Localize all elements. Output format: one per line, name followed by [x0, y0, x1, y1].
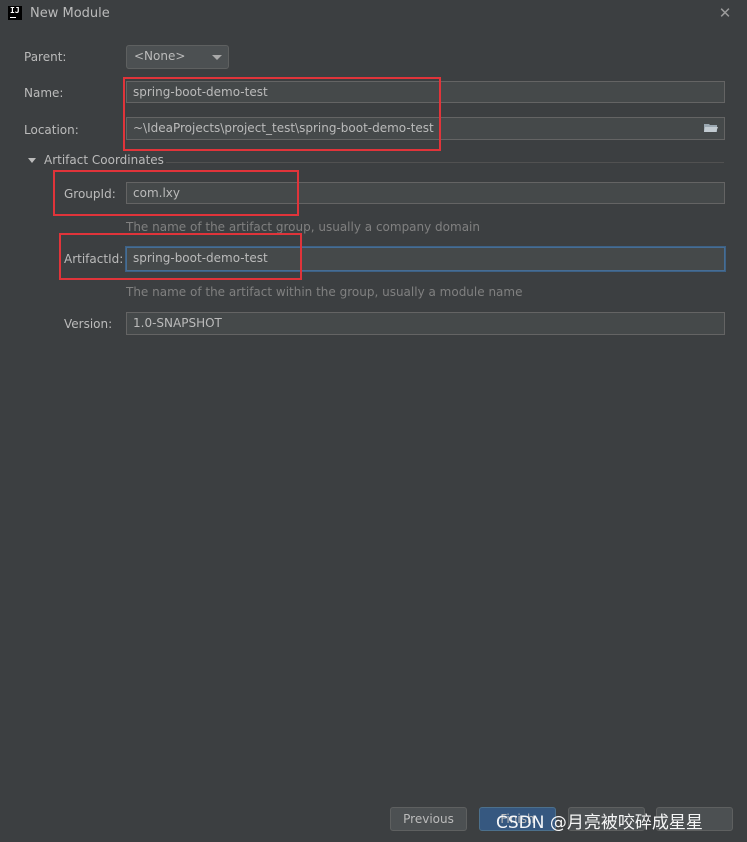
- title-bar: IJ New Module ✕: [0, 0, 747, 28]
- name-label: Name:: [24, 86, 64, 100]
- previous-label: Previous: [403, 812, 454, 826]
- location-label: Location:: [24, 123, 79, 137]
- parent-label: Parent:: [24, 50, 67, 64]
- version-value: 1.0-SNAPSHOT: [133, 316, 222, 330]
- folder-icon[interactable]: [704, 123, 718, 133]
- section-separator: [166, 162, 724, 163]
- version-label: Version:: [64, 317, 113, 331]
- csdn-watermark: CSDN @月亮被咬碎成星星: [496, 813, 703, 833]
- chevron-down-icon: [212, 55, 222, 60]
- parent-combobox[interactable]: <None>: [126, 45, 229, 69]
- triangle-down-icon: [28, 158, 36, 163]
- artifactid-hint: The name of the artifact within the grou…: [126, 285, 523, 299]
- intellij-idea-icon: IJ: [8, 6, 22, 20]
- annotation-box-name-location: [123, 77, 441, 151]
- window-title: New Module: [30, 6, 110, 21]
- parent-value: <None>: [134, 49, 186, 63]
- close-icon[interactable]: ✕: [716, 4, 734, 22]
- version-input[interactable]: 1.0-SNAPSHOT: [126, 312, 725, 335]
- annotation-box-artifactid: [59, 233, 302, 280]
- section-title: Artifact Coordinates: [44, 153, 164, 167]
- annotation-box-groupid: [53, 170, 299, 216]
- groupid-hint: The name of the artifact group, usually …: [126, 220, 480, 234]
- previous-button[interactable]: Previous: [390, 807, 467, 831]
